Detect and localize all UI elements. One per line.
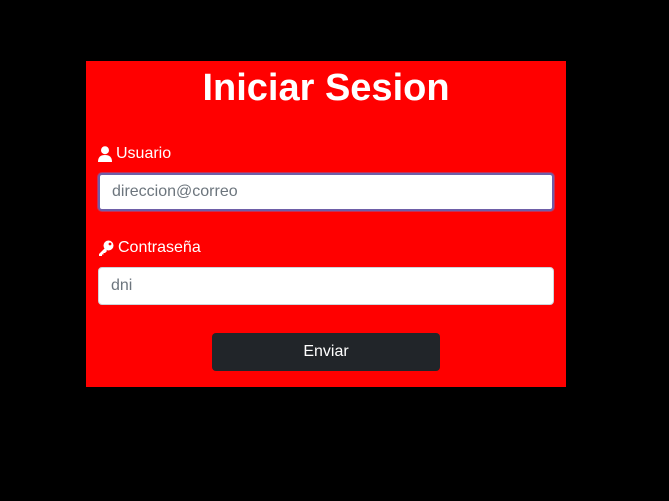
user-icon — [98, 146, 112, 162]
login-panel: Iniciar Sesion Usuario Contraseña Enviar — [86, 61, 566, 387]
username-label-text: Usuario — [116, 145, 172, 162]
password-input[interactable] — [98, 267, 554, 305]
submit-button[interactable]: Enviar — [212, 333, 440, 371]
password-label-text: Contraseña — [118, 239, 201, 256]
username-input[interactable] — [98, 173, 554, 211]
username-label: Usuario — [98, 144, 171, 164]
key-icon — [99, 240, 114, 256]
password-label: Contraseña — [98, 238, 201, 258]
page-title: Iniciar Sesion — [202, 67, 450, 109]
